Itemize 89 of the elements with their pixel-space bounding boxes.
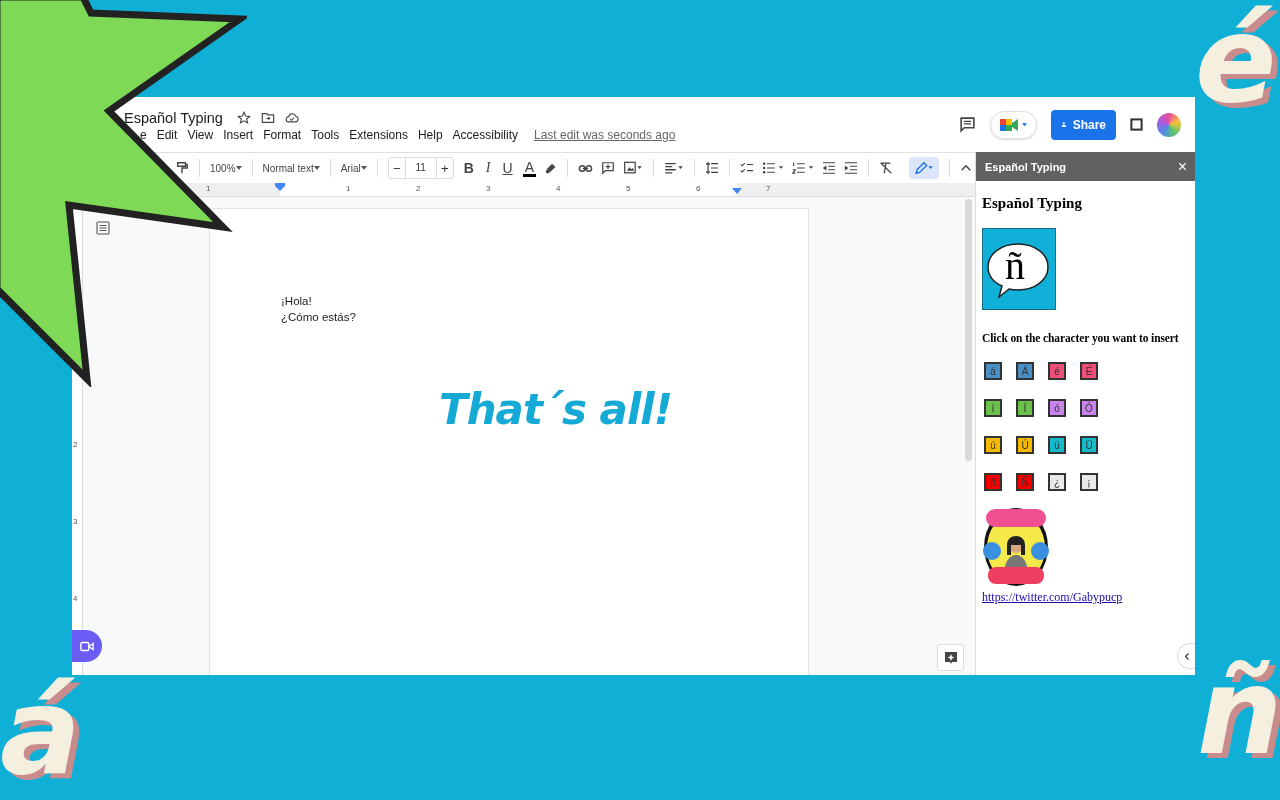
- increase-indent-icon[interactable]: [844, 161, 858, 175]
- ruler-number: 7: [766, 184, 771, 193]
- menu-item[interactable]: Tools: [311, 127, 340, 142]
- character-button[interactable]: É: [1080, 362, 1098, 380]
- sparkle-comment-icon: [943, 650, 958, 665]
- ruler-number: 4: [556, 184, 561, 193]
- outline-icon[interactable]: [96, 221, 110, 235]
- character-button[interactable]: ¡: [1080, 473, 1098, 491]
- style-dropdown[interactable]: Normal text: [262, 162, 320, 174]
- underline-button[interactable]: U: [500, 160, 515, 176]
- character-button[interactable]: é: [1048, 362, 1066, 380]
- bulleted-list-icon[interactable]: [762, 161, 784, 175]
- ruler-number: 3: [486, 184, 491, 193]
- align-left-icon[interactable]: [664, 161, 684, 175]
- ruler-number: 2: [73, 440, 78, 449]
- menu-item[interactable]: Extensions: [349, 127, 408, 142]
- twitter-link[interactable]: https://twitter.com/Gabypucp: [982, 590, 1123, 605]
- ruler-number: 5: [626, 184, 631, 193]
- decorative-letter: ñ: [1197, 652, 1280, 772]
- menu-item[interactable]: Insert: [223, 127, 254, 142]
- color-button[interactable]: A: [522, 159, 536, 177]
- body-text: ¿Cómo estás?: [281, 310, 357, 325]
- italic-button[interactable]: I: [483, 160, 493, 176]
- character-button[interactable]: ¿: [1048, 473, 1066, 491]
- character-button[interactable]: ú: [984, 436, 1002, 454]
- character-button[interactable]: Ü: [1080, 436, 1098, 454]
- sidebar-title: Español Typing: [985, 160, 1067, 173]
- ruler-number: 1: [206, 184, 211, 193]
- ruler-number: 2: [416, 184, 421, 193]
- menu-item[interactable]: e: [140, 127, 147, 142]
- line-spacing-icon[interactable]: [705, 161, 719, 175]
- menu-item[interactable]: Format: [263, 127, 302, 142]
- instruction-text: Click on the character you want to insert: [982, 332, 1180, 344]
- document-title[interactable]: Español Typing: [124, 109, 223, 126]
- folder-icon[interactable]: [260, 110, 275, 125]
- body-text: ¡Hola!: [281, 294, 313, 309]
- caret-icon: [1021, 121, 1028, 128]
- character-button[interactable]: Í: [1016, 399, 1034, 417]
- character-button[interactable]: ü: [1048, 436, 1066, 454]
- menu-item[interactable]: Accessibility: [452, 127, 518, 142]
- share-button[interactable]: Share: [1051, 109, 1116, 140]
- checklist-icon[interactable]: [740, 161, 754, 175]
- zoom-dropdown[interactable]: 100%: [210, 162, 242, 174]
- clear-formatting-icon[interactable]: [879, 161, 893, 175]
- character-button[interactable]: ó: [1048, 399, 1066, 417]
- paint-format-icon[interactable]: [175, 161, 189, 175]
- ruler-number: 1: [346, 184, 351, 193]
- indent-marker-icon[interactable]: [275, 183, 285, 191]
- square-icon[interactable]: [1130, 118, 1143, 131]
- font-size-field[interactable]: 11: [404, 158, 437, 178]
- star-icon[interactable]: [236, 110, 251, 125]
- avatar[interactable]: [1157, 112, 1181, 137]
- scrollbar[interactable]: [965, 199, 972, 461]
- cloud-check-icon[interactable]: [284, 110, 299, 125]
- sidebar-heading: Español Typing: [982, 195, 1083, 212]
- menu-item[interactable]: Help: [417, 127, 443, 142]
- character-button[interactable]: Á: [1016, 362, 1034, 380]
- character-button[interactable]: Ú: [1016, 436, 1034, 454]
- increase-size-button[interactable]: +: [436, 160, 453, 176]
- character-button[interactable]: Ó: [1080, 399, 1098, 417]
- comment-icon[interactable]: [959, 116, 976, 133]
- image-icon[interactable]: [623, 161, 643, 175]
- menu-item[interactable]: View: [187, 127, 214, 142]
- decorative-letter: é: [1195, 0, 1277, 120]
- font-dropdown[interactable]: Arial: [340, 162, 367, 174]
- decrease-size-button[interactable]: −: [388, 160, 405, 176]
- decrease-indent-icon[interactable]: [822, 161, 836, 175]
- character-button[interactable]: í: [984, 399, 1002, 417]
- indent-marker-icon[interactable]: [732, 186, 742, 194]
- ruler-number: 4: [73, 594, 78, 603]
- close-button[interactable]: ×: [1177, 157, 1187, 176]
- explore-button[interactable]: [937, 644, 964, 671]
- ruler-number: 3: [73, 517, 78, 526]
- character-button[interactable]: á: [984, 362, 1002, 380]
- closing-text: That´s all!: [439, 385, 673, 434]
- bold-button[interactable]: B: [461, 160, 476, 176]
- chevron-left-icon: [1183, 651, 1190, 661]
- add-comment-icon[interactable]: [601, 161, 615, 175]
- decorative-letter: á: [0, 672, 81, 792]
- ruler-number: 6: [696, 184, 701, 193]
- video-camera-icon: [80, 640, 94, 652]
- highlighter-icon[interactable]: [544, 161, 557, 175]
- menu-item[interactable]: Edit: [156, 127, 178, 142]
- numbered-list-icon[interactable]: [792, 161, 814, 175]
- video-camera-icon: [999, 116, 1019, 133]
- editing-mode-button[interactable]: [909, 157, 939, 179]
- last-edit-link[interactable]: Last edit was seconds ago: [533, 127, 676, 142]
- logo-letter: ñ: [1005, 246, 1025, 286]
- video-button[interactable]: [72, 630, 102, 662]
